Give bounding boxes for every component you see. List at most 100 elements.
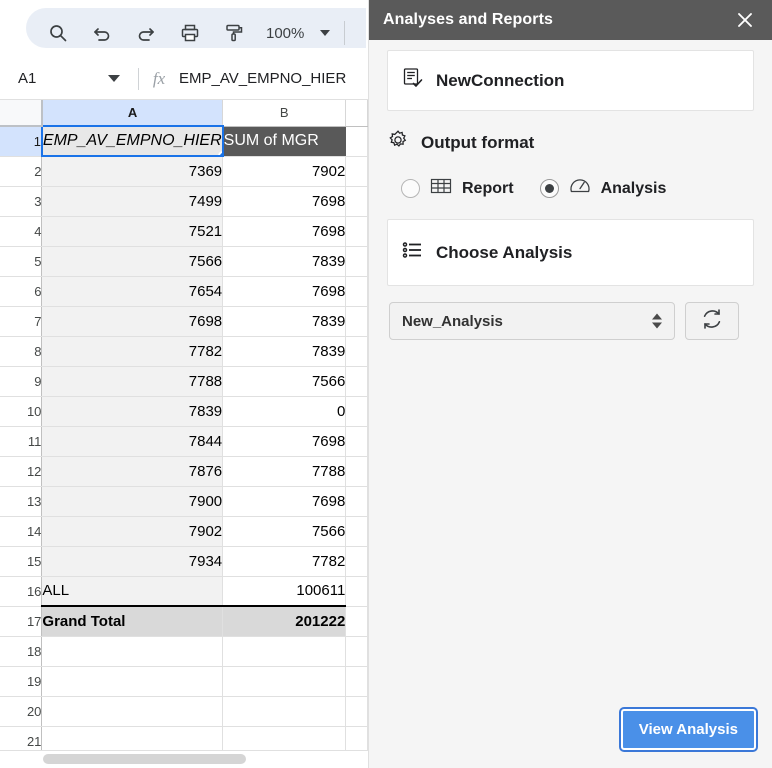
row-header[interactable]: 20 [0, 696, 43, 727]
cell-B7[interactable]: 7839 [222, 306, 347, 337]
cell-B10[interactable]: 0 [222, 396, 347, 427]
connection-card[interactable]: NewConnection [387, 50, 754, 111]
radio-analysis[interactable] [539, 179, 559, 198]
cell-A1[interactable]: EMP_AV_EMPNO_HIER [40, 125, 224, 157]
row-header[interactable]: 14 [0, 516, 43, 547]
cell-B4[interactable]: 7698 [222, 216, 347, 247]
cell-A17[interactable]: Grand Total [41, 605, 224, 637]
row-header[interactable]: 1 [0, 126, 43, 157]
row-header[interactable]: 9 [0, 366, 43, 397]
cell-C18[interactable] [345, 636, 368, 667]
row-header[interactable]: 3 [0, 186, 43, 217]
column-header-c[interactable] [345, 100, 368, 127]
cell-A8[interactable]: 7782 [41, 336, 224, 367]
cell-B12[interactable]: 7788 [222, 456, 347, 487]
cell-B11[interactable]: 7698 [222, 426, 347, 457]
cell-A16[interactable]: ALL [41, 576, 224, 607]
paint-format-icon[interactable] [216, 15, 252, 51]
undo-icon[interactable] [84, 15, 120, 51]
cell-C7[interactable] [345, 306, 368, 337]
print-icon[interactable] [172, 15, 208, 51]
cell-B19[interactable] [222, 666, 347, 697]
cell-B15[interactable]: 7782 [222, 546, 347, 577]
cell-B5[interactable]: 7839 [222, 246, 347, 277]
close-icon[interactable] [730, 5, 760, 35]
cell-C16[interactable] [345, 576, 368, 607]
cell-B20[interactable] [222, 696, 347, 727]
refresh-analyses-button[interactable] [685, 302, 739, 340]
cell-C5[interactable] [345, 246, 368, 277]
row-header[interactable]: 15 [0, 546, 43, 577]
row-header[interactable]: 19 [0, 666, 43, 697]
cell-A7[interactable]: 7698 [41, 306, 224, 337]
cell-A5[interactable]: 7566 [41, 246, 224, 277]
radio-option-report[interactable]: Report [401, 177, 514, 200]
cell-A10[interactable]: 7839 [41, 396, 224, 427]
row-header[interactable]: 12 [0, 456, 43, 487]
cell-C14[interactable] [345, 516, 368, 547]
cell-C19[interactable] [345, 666, 368, 697]
horizontal-scrollbar[interactable] [0, 750, 368, 764]
cell-C9[interactable] [345, 366, 368, 397]
cell-A19[interactable] [41, 666, 224, 697]
horizontal-scrollbar-thumb[interactable] [43, 754, 246, 764]
select-all-corner[interactable] [0, 100, 43, 127]
cell-B2[interactable]: 7902 [222, 156, 347, 187]
redo-icon[interactable] [128, 15, 164, 51]
column-header-b[interactable]: B [222, 100, 347, 127]
cell-C15[interactable] [345, 546, 368, 577]
radio-report[interactable] [401, 179, 420, 198]
cell-A14[interactable]: 7902 [41, 516, 224, 547]
cell-C6[interactable] [345, 276, 368, 307]
row-header[interactable]: 5 [0, 246, 43, 277]
row-header[interactable]: 18 [0, 636, 43, 667]
cell-B1[interactable]: SUM of MGR [222, 126, 347, 157]
name-box[interactable]: A1 [0, 58, 138, 99]
analysis-select[interactable]: New_Analysis [389, 302, 675, 340]
row-header[interactable]: 7 [0, 306, 43, 337]
cell-C17[interactable] [345, 606, 368, 637]
cell-C10[interactable] [345, 396, 368, 427]
cell-C20[interactable] [345, 696, 368, 727]
cell-B6[interactable]: 7698 [222, 276, 347, 307]
column-header-a[interactable]: A [41, 100, 224, 127]
zoom-control[interactable]: 100% [266, 25, 331, 42]
row-header[interactable]: 16 [0, 576, 43, 607]
cell-A12[interactable]: 7876 [41, 456, 224, 487]
row-header[interactable]: 6 [0, 276, 43, 307]
cell-C13[interactable] [345, 486, 368, 517]
view-analysis-button[interactable]: View Analysis [618, 707, 759, 752]
cell-C4[interactable] [345, 216, 368, 247]
cell-A4[interactable]: 7521 [41, 216, 224, 247]
cell-B16[interactable]: 100611 [222, 576, 347, 607]
cell-A11[interactable]: 7844 [41, 426, 224, 457]
row-header[interactable]: 17 [0, 606, 43, 637]
cell-A2[interactable]: 7369 [41, 156, 224, 187]
search-icon[interactable] [40, 15, 76, 51]
cell-C2[interactable] [345, 156, 368, 187]
cell-C8[interactable] [345, 336, 368, 367]
row-header[interactable]: 10 [0, 396, 43, 427]
cell-B13[interactable]: 7698 [222, 486, 347, 517]
row-header[interactable]: 4 [0, 216, 43, 247]
row-header[interactable]: 8 [0, 336, 43, 367]
cell-B8[interactable]: 7839 [222, 336, 347, 367]
formula-input[interactable]: EMP_AV_EMPNO_HIER [179, 58, 368, 99]
cell-A9[interactable]: 7788 [41, 366, 224, 397]
row-header[interactable]: 2 [0, 156, 43, 187]
selection-handle[interactable] [217, 151, 221, 154]
cell-A13[interactable]: 7900 [41, 486, 224, 517]
cell-C3[interactable] [345, 186, 368, 217]
radio-option-analysis[interactable]: Analysis [539, 176, 666, 201]
cell-B18[interactable] [222, 636, 347, 667]
cell-A20[interactable] [41, 696, 224, 727]
cell-C12[interactable] [345, 456, 368, 487]
row-header[interactable]: 13 [0, 486, 43, 517]
cell-B17[interactable]: 201222 [222, 605, 347, 637]
cell-A15[interactable]: 7934 [41, 546, 224, 577]
cell-A18[interactable] [41, 636, 224, 667]
cell-C1[interactable] [345, 126, 368, 157]
cell-C11[interactable] [345, 426, 368, 457]
cell-A6[interactable]: 7654 [41, 276, 224, 307]
cell-B14[interactable]: 7566 [222, 516, 347, 547]
